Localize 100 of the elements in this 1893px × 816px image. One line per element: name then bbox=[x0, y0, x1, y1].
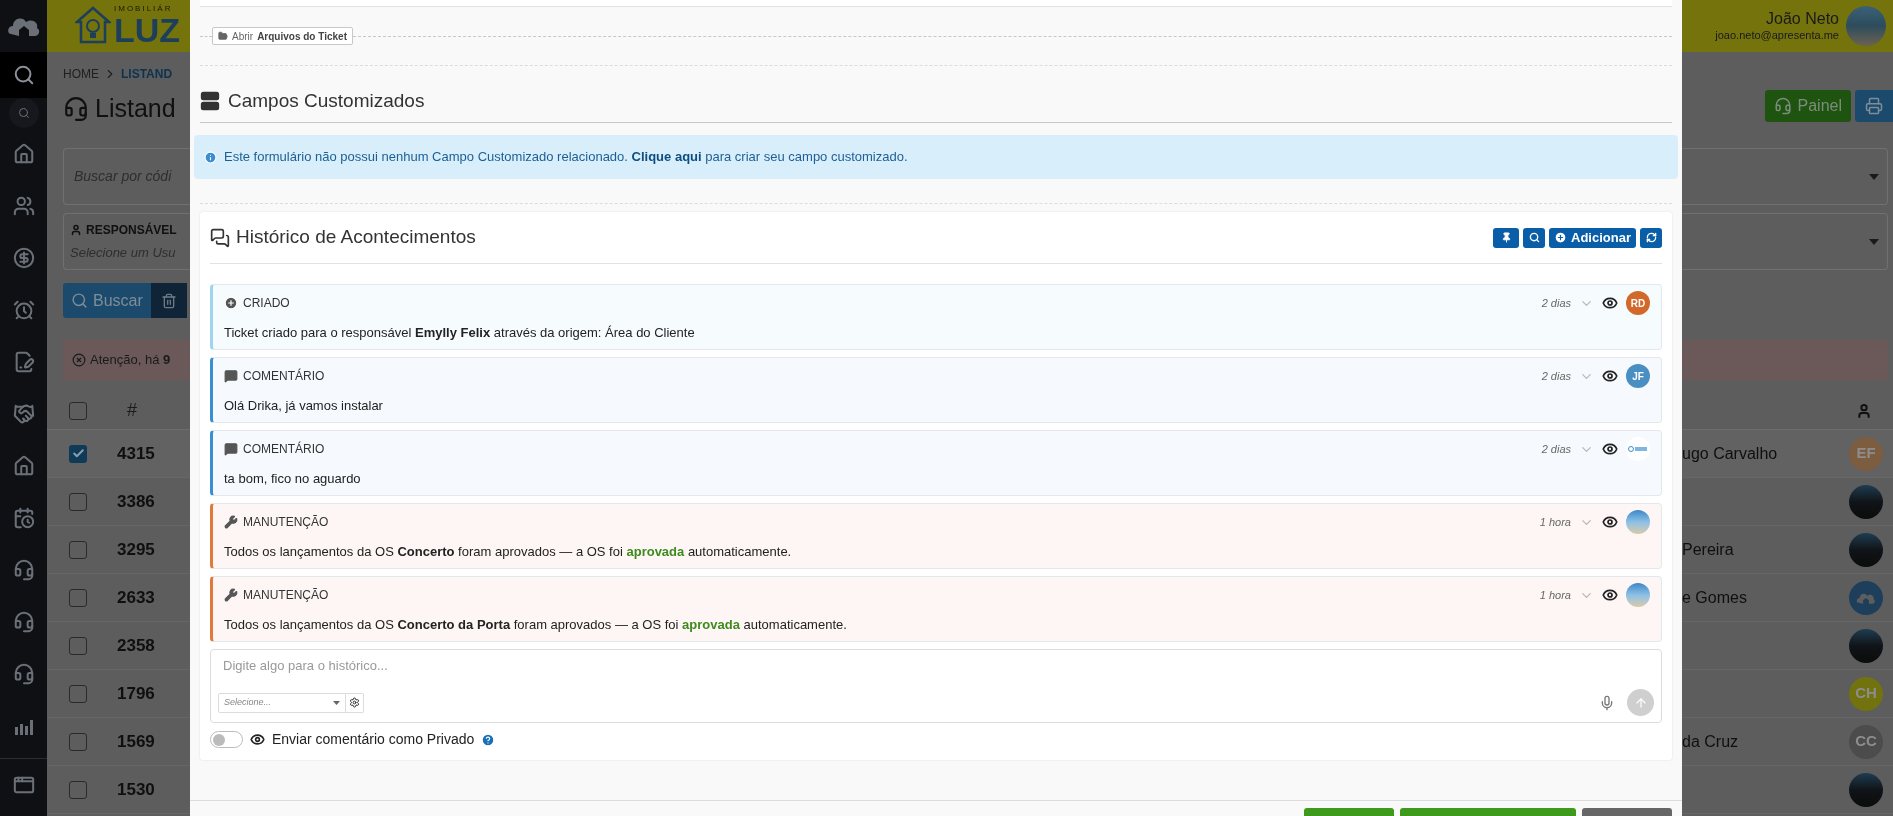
headset-icon bbox=[12, 611, 35, 633]
breadcrumb-link[interactable]: HOME bbox=[63, 65, 99, 83]
refresh-icon bbox=[1645, 232, 1657, 243]
checkbox[interactable] bbox=[69, 401, 87, 420]
entry-title: CRIADO bbox=[243, 295, 290, 313]
wrench-icon bbox=[224, 515, 238, 530]
type-select[interactable]: Selecione... bbox=[218, 692, 346, 713]
comment-field[interactable]: Digite algo para o histórico... Selecione... bbox=[210, 649, 1662, 723]
user-avatar: EF bbox=[1849, 436, 1883, 471]
arrow-up-icon bbox=[1633, 695, 1648, 710]
user-email: joao.neto@apresenta.me bbox=[1715, 29, 1839, 43]
field-label: RESPONSÁVEL bbox=[86, 221, 177, 239]
checkbox[interactable] bbox=[69, 684, 87, 703]
entry-title: MANUTENÇÃO bbox=[243, 587, 329, 605]
search-icon bbox=[12, 64, 35, 86]
entry-time: 2 dias bbox=[1541, 369, 1571, 384]
column-header: # bbox=[127, 399, 137, 422]
private-toggle[interactable] bbox=[210, 731, 243, 748]
print-button[interactable] bbox=[1855, 90, 1893, 122]
help-icon[interactable] bbox=[481, 732, 496, 747]
bulb-house-logo-icon bbox=[75, 6, 111, 46]
add-button[interactable]: Adicionar bbox=[1549, 227, 1636, 248]
table-cell-text: 1796 bbox=[117, 682, 155, 705]
entry-time: 2 dias bbox=[1541, 296, 1571, 311]
comment-icon bbox=[224, 442, 238, 457]
breadcrumb-current: LISTAND bbox=[121, 66, 173, 83]
trash-icon bbox=[161, 292, 177, 309]
table-cell-text: 3295 bbox=[117, 538, 155, 561]
caret-icon bbox=[1869, 173, 1879, 180]
table-cell-text: 1530 bbox=[117, 778, 155, 801]
user-icon bbox=[70, 223, 82, 236]
dollar-coin-icon bbox=[12, 247, 35, 269]
photo-placeholder bbox=[1849, 484, 1883, 519]
entry-text: Ticket criado para o responsável Emylly Felix através da origem: Área do Cliente bbox=[224, 324, 696, 343]
settings-button[interactable] bbox=[346, 692, 364, 713]
info-icon bbox=[204, 150, 217, 164]
eye-icon bbox=[250, 732, 265, 747]
person-icon bbox=[1856, 402, 1872, 419]
headset-icon bbox=[63, 96, 89, 122]
search-button[interactable]: Buscar bbox=[63, 283, 151, 318]
alert-text: Atenção, há 9 bbox=[90, 351, 171, 370]
search-icon bbox=[1528, 232, 1540, 243]
sidebar-item[interactable] bbox=[0, 52, 47, 98]
create-field-link[interactable]: Clique aqui bbox=[631, 149, 702, 165]
check-icon bbox=[71, 447, 85, 460]
entry-text: Olá Drika, já vamos instalar bbox=[224, 397, 384, 416]
toggle-label: Enviar comentário como Privado bbox=[272, 730, 475, 749]
printer-icon bbox=[1865, 97, 1883, 115]
caret-icon bbox=[1869, 238, 1879, 245]
plus-circle-icon bbox=[224, 296, 238, 311]
entry-time: 2 dias bbox=[1541, 442, 1571, 457]
info-text: Este formulário não possui nenhum Campo Customizado relacionado. Clique aqui para criar seu campo customizado. bbox=[224, 148, 908, 167]
user-avatar: JF bbox=[1626, 364, 1650, 389]
entry-text: Todos os lançamentos da OS Concerto foram aprovados — a OS foi aprovada automaticamente. bbox=[224, 543, 793, 562]
home-icon bbox=[12, 143, 35, 165]
table-cell-text: e Gomes bbox=[1682, 587, 1747, 608]
photo-placeholder bbox=[1626, 583, 1650, 608]
headset-icon bbox=[12, 559, 35, 581]
checkbox[interactable] bbox=[69, 780, 87, 799]
photo-placeholder bbox=[1846, 6, 1886, 46]
entry-title: MANUTENÇÃO bbox=[243, 514, 329, 532]
logo-caption: IMOBILIÁR bbox=[114, 5, 174, 13]
microphone-icon[interactable] bbox=[1599, 694, 1615, 711]
headset-icon bbox=[12, 663, 35, 685]
logo-text: LUZ bbox=[114, 13, 181, 47]
search-icon bbox=[71, 292, 88, 309]
search-icon bbox=[8, 98, 39, 128]
checkbox[interactable] bbox=[69, 636, 87, 655]
checkbox[interactable] bbox=[69, 444, 87, 463]
entry-title: COMENTÁRIO bbox=[243, 367, 325, 386]
pin-button[interactable] bbox=[1493, 227, 1520, 248]
chat-bubbles-icon bbox=[210, 227, 230, 248]
clear-button[interactable] bbox=[151, 283, 187, 318]
panel-button[interactable]: Painel bbox=[1764, 90, 1851, 122]
entry-time: 1 hora bbox=[1539, 515, 1571, 530]
wrench-icon bbox=[224, 588, 238, 603]
pin-icon bbox=[1500, 232, 1512, 243]
folder-icon bbox=[218, 31, 228, 41]
headset-icon bbox=[1773, 97, 1792, 115]
section-title: Campos Customizados bbox=[228, 88, 425, 113]
calendar-clock-icon bbox=[12, 507, 35, 529]
table-cell-text: ugo Carvalho bbox=[1682, 443, 1778, 464]
checkbox[interactable] bbox=[69, 540, 87, 559]
plus-circle-icon bbox=[1554, 231, 1568, 244]
checkbox[interactable] bbox=[69, 732, 87, 751]
circle-x-icon bbox=[72, 353, 86, 367]
table-cell-text: 2633 bbox=[117, 586, 155, 609]
refresh-button[interactable] bbox=[1640, 227, 1662, 248]
checkbox[interactable] bbox=[69, 588, 87, 607]
caret-icon bbox=[333, 700, 340, 705]
search-button[interactable] bbox=[1523, 227, 1546, 248]
photo-placeholder bbox=[1626, 510, 1650, 535]
house-icon bbox=[12, 455, 35, 477]
entry-title: COMENTÁRIO bbox=[243, 440, 325, 459]
entry-text: ta bom, fico no aguardo bbox=[224, 470, 362, 489]
user-avatar: CH bbox=[1849, 676, 1883, 711]
photo-placeholder bbox=[1849, 772, 1883, 807]
checkbox[interactable] bbox=[69, 492, 87, 511]
open-files-button[interactable]: Abrir Arquivos do Ticket bbox=[212, 27, 353, 45]
table-cell-text: 4315 bbox=[117, 442, 155, 465]
